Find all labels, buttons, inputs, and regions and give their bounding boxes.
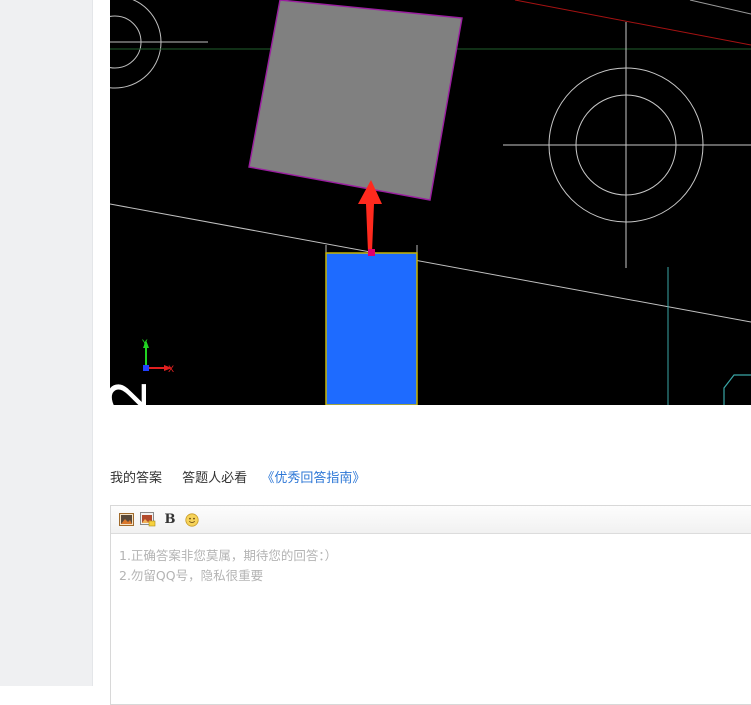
cad-screenshot-image: Y X 2 <box>110 0 751 405</box>
placeholder-line-1: 1.正确答案非您莫属，期待您的回答：） <box>119 548 338 563</box>
ucs-axis-icon: Y X <box>141 339 174 375</box>
axis-y-label: Y <box>141 339 148 349</box>
image-upload-icon <box>140 512 156 527</box>
emoji-button[interactable] <box>184 512 200 528</box>
answer-editor: B 1.正确答案非您莫属，期待您的回答：） 2.勿留QQ号，隐私很重要 <box>110 505 751 705</box>
picture-icon <box>118 513 134 526</box>
partial-circles-left <box>110 0 208 89</box>
placeholder-line-2: 2.勿留QQ号，隐私很重要 <box>119 568 264 583</box>
my-answer-label: 我的答案 <box>110 471 163 486</box>
bold-button[interactable]: B <box>162 512 178 528</box>
corner-mark: 2 <box>110 379 159 405</box>
slanted-line <box>110 203 751 323</box>
editor-toolbar: B <box>111 506 751 534</box>
blue-rectangle <box>325 252 418 405</box>
must-read-label: 答题人必看 <box>182 471 248 486</box>
cad-drawing: Y X 2 <box>110 0 751 405</box>
smiley-icon <box>185 512 199 527</box>
hexagon-partial <box>723 374 751 405</box>
editor-textarea[interactable]: 1.正确答案非您莫属，期待您的回答：） 2.勿留QQ号，隐私很重要 <box>111 534 751 598</box>
axis-x-label: X <box>168 365 174 375</box>
left-gutter <box>0 0 92 686</box>
insert-image-button[interactable] <box>118 512 134 528</box>
answer-bar: 我的答案 答题人必看 《优秀回答指南》 <box>110 470 365 488</box>
red-guide-line <box>514 0 751 46</box>
answer-guide-link[interactable]: 《优秀回答指南》 <box>261 470 365 488</box>
upload-image-button[interactable] <box>140 512 156 528</box>
grey-line-top <box>689 0 751 15</box>
gray-rotated-square <box>248 0 463 201</box>
grip-point <box>368 249 375 256</box>
concentric-circles-right <box>503 22 751 268</box>
